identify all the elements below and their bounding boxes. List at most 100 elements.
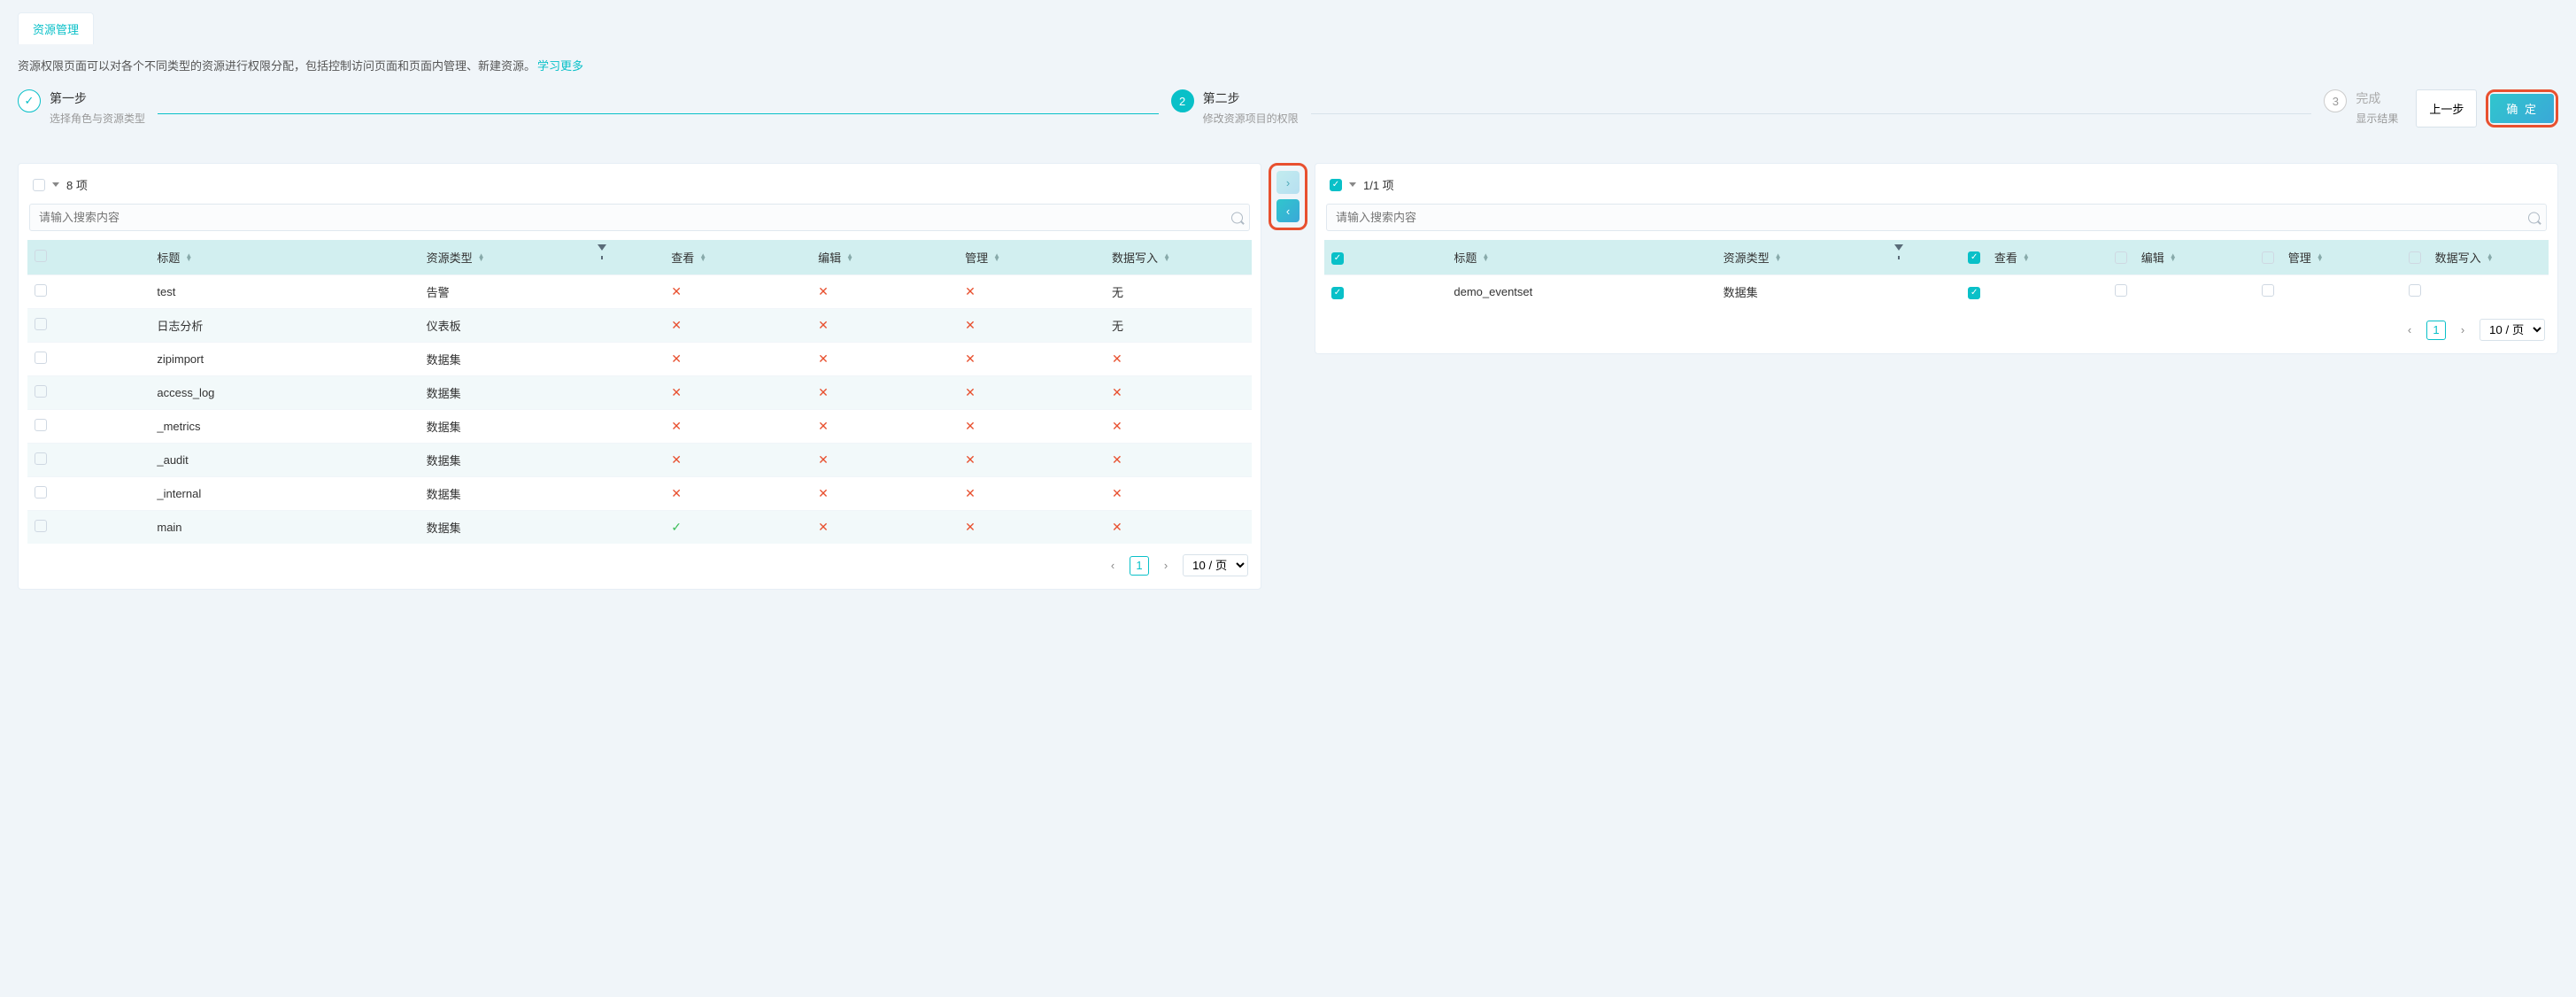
col-manage-checkbox[interactable] <box>2262 251 2274 264</box>
row-checkbox[interactable] <box>35 520 47 532</box>
sort-icon[interactable] <box>2317 254 2324 261</box>
table-row[interactable]: test告警✕✕✕无 <box>27 275 1252 309</box>
x-icon: ✕ <box>965 284 976 298</box>
step-sub: 选择角色与资源类型 <box>50 111 145 126</box>
page-size-select[interactable]: 10 / 页 <box>2480 319 2545 341</box>
sort-icon[interactable] <box>2487 254 2494 261</box>
header-checkbox[interactable] <box>1331 252 1344 265</box>
col-manage: 管理 <box>2288 249 2311 266</box>
row-checkbox[interactable] <box>35 318 47 330</box>
page-current[interactable]: 1 <box>1130 556 1149 576</box>
step-title: 完成 <box>2356 89 2398 107</box>
col-edit: 编辑 <box>2141 249 2164 266</box>
x-icon: ✕ <box>818 419 829 433</box>
cell-title: zipimport <box>150 343 419 376</box>
source-search-input[interactable] <box>29 204 1250 231</box>
caret-down-icon[interactable] <box>1349 182 1356 187</box>
move-left-button[interactable]: ‹ <box>1276 199 1300 222</box>
sort-icon[interactable] <box>1775 254 1782 261</box>
table-row[interactable]: _audit数据集✕✕✕✕ <box>27 444 1252 477</box>
perm-checkbox[interactable] <box>1968 287 1980 299</box>
table-row[interactable]: _metrics数据集✕✕✕✕ <box>27 410 1252 444</box>
row-checkbox[interactable] <box>35 284 47 297</box>
prev-step-button[interactable]: 上一步 <box>2416 89 2477 128</box>
filter-icon[interactable] <box>598 244 606 264</box>
table-row[interactable]: main数据集✓✕✕✕ <box>27 511 1252 545</box>
row-checkbox[interactable] <box>35 385 47 398</box>
row-checkbox[interactable] <box>35 452 47 465</box>
x-icon: ✕ <box>1112 352 1122 366</box>
row-checkbox[interactable] <box>35 486 47 498</box>
col-write-checkbox[interactable] <box>2409 251 2421 264</box>
select-all-checkbox[interactable] <box>33 179 45 191</box>
page-next[interactable]: › <box>2453 321 2472 340</box>
search-icon <box>1231 212 1243 223</box>
sort-icon[interactable] <box>185 254 192 261</box>
sort-icon[interactable] <box>2023 254 2030 261</box>
table-row[interactable]: access_log数据集✕✕✕✕ <box>27 376 1252 410</box>
filter-icon[interactable] <box>1894 244 1903 264</box>
sort-icon[interactable] <box>1482 254 1489 261</box>
col-view: 查看 <box>1994 249 2017 266</box>
caret-down-icon[interactable] <box>52 182 59 187</box>
target-search-input[interactable] <box>1326 204 2547 231</box>
perm-checkbox[interactable] <box>2262 284 2274 297</box>
row-checkbox[interactable] <box>35 419 47 431</box>
x-icon: ✕ <box>965 452 976 467</box>
sort-icon[interactable] <box>846 254 853 261</box>
x-icon: ✕ <box>671 486 682 500</box>
x-icon: ✕ <box>671 385 682 399</box>
row-checkbox[interactable] <box>35 352 47 364</box>
target-count: 1/1 项 <box>1363 176 1394 193</box>
x-icon: ✕ <box>818 385 829 399</box>
x-icon: ✕ <box>671 284 682 298</box>
perm-checkbox[interactable] <box>2115 284 2127 297</box>
sort-icon[interactable] <box>2170 254 2177 261</box>
step-3: 3 完成 显示结果 <box>2324 89 2398 126</box>
row-checkbox[interactable] <box>1331 287 1344 299</box>
sort-icon[interactable] <box>993 254 1000 261</box>
page-prev[interactable]: ‹ <box>2400 321 2419 340</box>
x-icon: ✕ <box>965 520 976 534</box>
select-all-checkbox[interactable] <box>1330 179 1342 191</box>
tab-label: 资源管理 <box>33 23 79 36</box>
tab-resource-mgmt[interactable]: 资源管理 <box>18 12 94 44</box>
col-title: 标题 <box>157 249 180 266</box>
col-edit-checkbox[interactable] <box>2115 251 2127 264</box>
cell-title: 日志分析 <box>150 309 419 343</box>
cell-text: 无 <box>1112 286 1123 299</box>
sort-icon[interactable] <box>699 254 706 261</box>
step-title: 第二步 <box>1203 89 1299 107</box>
table-row[interactable]: zipimport数据集✕✕✕✕ <box>27 343 1252 376</box>
page-next[interactable]: › <box>1156 556 1176 576</box>
sort-icon[interactable] <box>1163 254 1170 261</box>
header-checkbox[interactable] <box>35 250 47 262</box>
table-row[interactable]: _internal数据集✕✕✕✕ <box>27 477 1252 511</box>
move-right-button[interactable]: › <box>1276 171 1300 194</box>
step-sub: 修改资源项目的权限 <box>1203 111 1299 126</box>
col-view: 查看 <box>671 249 694 266</box>
page-prev[interactable]: ‹ <box>1103 556 1122 576</box>
perm-checkbox[interactable] <box>2409 284 2421 297</box>
cell-title: main <box>150 511 419 545</box>
page-current[interactable]: 1 <box>2426 321 2446 340</box>
x-icon: ✕ <box>965 352 976 366</box>
cell-title: test <box>150 275 419 309</box>
x-icon: ✕ <box>965 419 976 433</box>
confirm-button[interactable]: 确 定 <box>2490 94 2554 123</box>
cell-type: 数据集 <box>420 444 591 477</box>
x-icon: ✕ <box>1112 385 1122 399</box>
table-row[interactable]: demo_eventset数据集 <box>1324 275 2549 309</box>
x-icon: ✕ <box>671 352 682 366</box>
x-icon: ✕ <box>671 419 682 433</box>
table-row[interactable]: 日志分析仪表板✕✕✕无 <box>27 309 1252 343</box>
learn-more-link[interactable]: 学习更多 <box>537 57 583 73</box>
page-size-select[interactable]: 10 / 页 <box>1183 554 1248 576</box>
sort-icon[interactable] <box>478 254 485 261</box>
cell-title: _audit <box>150 444 419 477</box>
check-icon: ✓ <box>671 520 682 534</box>
col-write: 数据写入 <box>1112 249 1158 266</box>
x-icon: ✕ <box>818 452 829 467</box>
cell-title: _internal <box>150 477 419 511</box>
col-view-checkbox[interactable] <box>1968 251 1980 264</box>
